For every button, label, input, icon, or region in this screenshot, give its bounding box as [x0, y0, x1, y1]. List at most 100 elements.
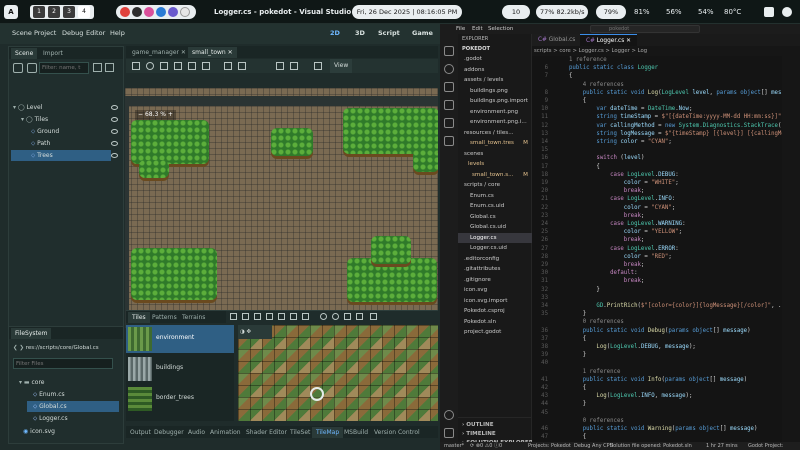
testing-icon[interactable]: [444, 136, 454, 146]
command-center-search[interactable]: [590, 25, 700, 33]
app-icon-blue[interactable]: [156, 7, 166, 17]
workspace-1[interactable]: 1: [33, 6, 45, 18]
fs-item-enum[interactable]: ⬦ Enum.cs: [33, 389, 65, 400]
tile-atlas-view[interactable]: ◑ ✥: [238, 325, 438, 421]
mode-script-button[interactable]: Script: [378, 29, 400, 37]
tab-logger-cs[interactable]: C# Logger.cs ✕: [580, 34, 637, 46]
select-tool-icon[interactable]: [132, 62, 140, 70]
explorer-file-item[interactable]: .godot: [464, 54, 530, 64]
datetime[interactable]: Fri, 26 Dec 2025 | 08:16:05 PM: [352, 5, 462, 19]
minimap[interactable]: [782, 56, 800, 442]
battery-status[interactable]: 79%: [596, 5, 626, 19]
tab-version-control[interactable]: Version Control: [370, 427, 424, 438]
tab-game-manager[interactable]: game_manager ✕: [128, 47, 190, 58]
godot-project-status[interactable]: Godot Project:: [748, 442, 784, 450]
filesystem-path[interactable]: ❮ ❯ res://scripts/core/Global.cs: [13, 343, 121, 354]
build-config[interactable]: Debug Any CPU: [574, 442, 613, 450]
explorer-file-item[interactable]: addons: [464, 65, 530, 75]
tab-debugger[interactable]: Debugger: [150, 427, 188, 438]
workspace-2[interactable]: 2: [48, 6, 60, 18]
rotate-left-icon[interactable]: [320, 313, 327, 320]
tree-item-path[interactable]: ⬦ Path: [31, 138, 121, 149]
add-node-icon[interactable]: [13, 63, 23, 73]
explorer-file-item[interactable]: project.godot: [464, 327, 530, 337]
random-icon[interactable]: [370, 313, 377, 320]
explorer-file-item[interactable]: scenes: [464, 149, 530, 159]
explorer-file-item[interactable]: icon.svg: [464, 285, 530, 295]
visibility-eye-icon[interactable]: [111, 105, 118, 110]
pan-tool-icon[interactable]: [188, 62, 196, 70]
move-tool-icon[interactable]: [146, 62, 154, 70]
tab-scene[interactable]: Scene: [11, 48, 38, 59]
run-debug-icon[interactable]: [444, 100, 454, 110]
sync-status[interactable]: ⟳ ⊗0 ⚠0 ⓘ0: [470, 442, 502, 450]
solution-status[interactable]: Solution file opened: Pokedot.sln: [610, 442, 692, 450]
tab-terrains[interactable]: Terrains: [178, 312, 209, 323]
notification-count[interactable]: 10: [502, 5, 530, 19]
tree-item-level[interactable]: ▾ ◯ Level: [13, 102, 121, 113]
code-editor[interactable]: 1 reference 6 public static class Logger 7{…: [532, 56, 800, 442]
explorer-file-item[interactable]: .gitignore: [464, 275, 530, 285]
zoom-readout[interactable]: − 68.3 % +: [135, 110, 176, 120]
tab-patterns[interactable]: Patterns: [148, 312, 181, 323]
source-control-icon[interactable]: [444, 82, 454, 92]
menu-project[interactable]: Project: [34, 29, 56, 37]
network-status[interactable]: 77% 82.2kb/s: [536, 5, 588, 19]
settings-icon[interactable]: [764, 7, 774, 17]
atlas-zoom-icon[interactable]: ◑ ✥: [238, 325, 272, 339]
paint-icon[interactable]: [242, 313, 249, 320]
tree-item-ground[interactable]: ⬦ Ground: [31, 126, 121, 137]
explorer-file-item[interactable]: Global.cs.uid: [470, 222, 530, 232]
flip-h-icon[interactable]: [344, 313, 351, 320]
power-icon[interactable]: [782, 7, 792, 17]
explorer-file-item[interactable]: environment.png: [470, 107, 530, 117]
filter-options-icon[interactable]: [93, 63, 102, 72]
rotate-tool-icon[interactable]: [160, 62, 168, 70]
scene-filter-input[interactable]: [39, 62, 89, 74]
breadcrumb[interactable]: scripts > core > Logger.cs > Logger > Lo…: [534, 47, 647, 55]
tab-import[interactable]: Import: [39, 48, 67, 59]
line-icon[interactable]: [254, 313, 261, 320]
explorer-file-item[interactable]: buildings.png.import: [470, 96, 530, 106]
select-tile-icon[interactable]: [230, 313, 237, 320]
explorer-file-item[interactable]: .editorconfig: [464, 254, 530, 264]
explorer-icon[interactable]: [444, 46, 454, 56]
explorer-file-item[interactable]: Pokedot.csproj: [464, 306, 530, 316]
mode-3d-button[interactable]: 3D: [355, 29, 365, 37]
app-icon-white[interactable]: [180, 7, 190, 17]
project-root[interactable]: POKEDOT: [462, 46, 490, 52]
app-icon-pink[interactable]: [144, 7, 154, 17]
explorer-file-item[interactable]: small_town.tres M: [470, 138, 530, 148]
menu-debug[interactable]: Debug: [62, 29, 83, 37]
menu-edit[interactable]: Edit: [472, 26, 483, 32]
menu-scene[interactable]: Scene: [12, 29, 32, 37]
explorer-file-item[interactable]: Logger.cs.uid: [470, 243, 530, 253]
explorer-file-item[interactable]: Global.cs: [470, 212, 530, 222]
ruler-tool-icon[interactable]: [202, 62, 210, 70]
explorer-file-item[interactable]: small_town.s... M: [472, 170, 530, 180]
visibility-eye-icon[interactable]: [111, 117, 118, 122]
tab-global-cs[interactable]: C# Global.cs: [532, 34, 582, 46]
manage-gear-icon[interactable]: [444, 428, 454, 438]
fs-item-global[interactable]: ⬦ Global.cs: [27, 401, 119, 412]
explorer-file-item[interactable]: Pokedot.sln: [464, 317, 530, 327]
workspace-3[interactable]: 3: [63, 6, 75, 18]
tab-shader-editor[interactable]: Shader Editor: [242, 427, 291, 438]
script-icon[interactable]: [105, 63, 114, 72]
explorer-file-item[interactable]: environment.png.i...: [470, 117, 530, 127]
rect-icon[interactable]: [266, 313, 273, 320]
tab-filesystem[interactable]: FileSystem: [11, 328, 52, 339]
launcher-button[interactable]: A: [4, 5, 18, 19]
flip-v-icon[interactable]: [356, 313, 363, 320]
git-branch[interactable]: master*: [444, 442, 464, 450]
explorer-file-item[interactable]: assets / levels: [464, 75, 530, 85]
group-icon[interactable]: [290, 62, 298, 70]
explorer-file-item[interactable]: Enum.cs: [470, 191, 530, 201]
filesystem-filter-input[interactable]: [13, 358, 113, 369]
app-icon-dark[interactable]: [132, 7, 142, 17]
search-icon[interactable]: [444, 64, 454, 74]
zoom-plus[interactable]: +: [168, 111, 173, 118]
explorer-file-item[interactable]: levels: [468, 159, 530, 169]
tab-tiles[interactable]: Tiles: [128, 312, 150, 323]
tree-item-trees[interactable]: ⬦ Trees: [11, 150, 111, 161]
